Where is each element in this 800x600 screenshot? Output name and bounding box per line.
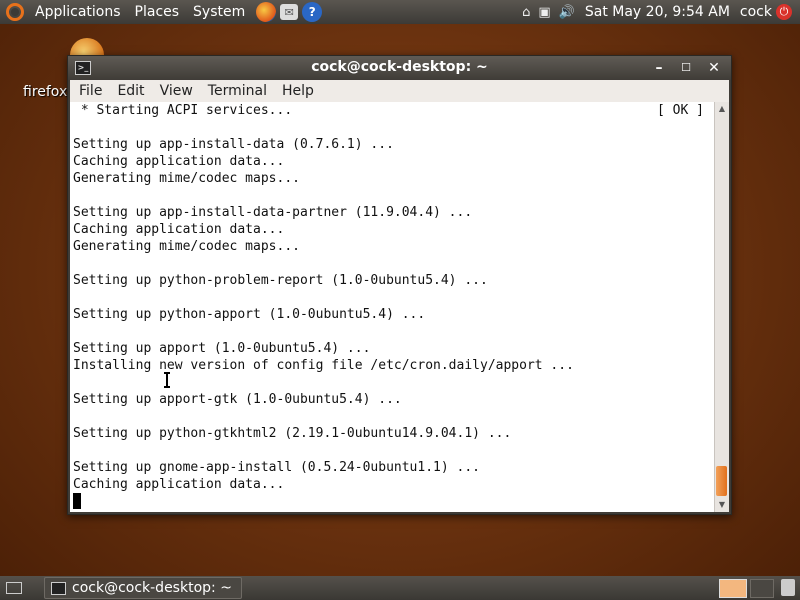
- menu-view[interactable]: View: [151, 83, 199, 99]
- system-tray: ⌂ ▣ 🔊 Sat May 20, 9:54 AM cock ⏻: [518, 4, 800, 20]
- volume-icon[interactable]: 🔊: [559, 5, 575, 20]
- mail-icon[interactable]: ✉: [280, 4, 299, 20]
- terminal-line: Caching application data...: [73, 477, 285, 492]
- help-icon[interactable]: ?: [302, 2, 323, 22]
- terminal-line: Installing new version of config file /e…: [73, 358, 574, 373]
- terminal-line: Setting up python-gtkhtml2 (2.19.1-0ubun…: [73, 426, 512, 441]
- terminal-line: Generating mime/codec maps...: [73, 171, 300, 186]
- menu-help[interactable]: Help: [273, 83, 320, 99]
- terminal-line: Caching application data...: [73, 154, 285, 169]
- scrollbar-thumb[interactable]: [716, 466, 727, 496]
- ibeam-cursor-icon: [164, 372, 170, 388]
- trash-icon[interactable]: [781, 579, 795, 596]
- scroll-down-icon[interactable]: ▼: [715, 498, 729, 512]
- user-menu[interactable]: cock: [740, 4, 772, 20]
- menu-file[interactable]: File: [70, 83, 108, 99]
- workspace-1[interactable]: [719, 579, 747, 598]
- taskbar-label: cock@cock-desktop: ~: [72, 580, 232, 596]
- menu-edit[interactable]: Edit: [108, 83, 150, 99]
- terminal-line: Setting up python-problem-report (1.0-0u…: [73, 273, 488, 288]
- scroll-up-icon[interactable]: ▲: [715, 102, 729, 116]
- terminal-icon: [51, 581, 66, 595]
- clock[interactable]: Sat May 20, 9:54 AM: [585, 4, 730, 20]
- scrollbar[interactable]: ▲ ▼: [714, 102, 729, 512]
- terminal-line: Generating mime/codec maps...: [73, 239, 300, 254]
- status-ok: [ OK ]: [657, 103, 704, 118]
- terminal-line: Setting up apport-gtk (1.0-0ubuntu5.4) .…: [73, 392, 402, 407]
- taskbar-terminal-button[interactable]: cock@cock-desktop: ~: [44, 577, 242, 599]
- window-title: cock@cock-desktop: ~: [311, 59, 488, 75]
- minimize-button[interactable]: –: [650, 59, 668, 77]
- terminal-text: * Starting ACPI services... Setting up a…: [73, 102, 574, 493]
- firefox-icon[interactable]: [256, 2, 277, 22]
- menu-places[interactable]: Places: [128, 0, 187, 24]
- menu-system[interactable]: System: [186, 0, 252, 24]
- terminal-line: Setting up gnome-app-install (0.5.24-0ub…: [73, 460, 480, 475]
- menu-applications[interactable]: Applications: [28, 0, 128, 24]
- terminal-output[interactable]: * Starting ACPI services... Setting up a…: [70, 102, 714, 512]
- bottom-panel: cock@cock-desktop: ~: [0, 576, 800, 600]
- desktop-icon-label[interactable]: firefox: [23, 84, 67, 100]
- power-icon[interactable]: ⏻: [776, 4, 792, 20]
- network-icon[interactable]: ⌂: [522, 5, 530, 20]
- show-desktop-icon[interactable]: [6, 582, 22, 594]
- ubuntu-logo-icon[interactable]: [6, 3, 24, 21]
- top-panel: Applications Places System ✉ ? ⌂ ▣ 🔊 Sat…: [0, 0, 800, 24]
- maximize-button[interactable]: ☐: [677, 59, 695, 77]
- terminal-line: * Starting ACPI services...: [73, 103, 293, 118]
- terminal-line: Setting up app-install-data (0.7.6.1) ..…: [73, 137, 394, 152]
- terminal-window: >_ cock@cock-desktop: ~ – ☐ ✕ File Edit …: [67, 55, 732, 515]
- terminal-line: Setting up app-install-data-partner (11.…: [73, 205, 473, 220]
- terminal-line: Setting up python-apport (1.0-0ubuntu5.4…: [73, 307, 426, 322]
- titlebar[interactable]: >_ cock@cock-desktop: ~ – ☐ ✕: [68, 56, 731, 80]
- menu-terminal[interactable]: Terminal: [199, 83, 273, 99]
- text-cursor: [73, 493, 81, 509]
- terminal-line: Setting up apport (1.0-0ubuntu5.4) ...: [73, 341, 371, 356]
- display-icon[interactable]: ▣: [538, 5, 550, 20]
- terminal-line: Caching application data...: [73, 222, 285, 237]
- workspace-2[interactable]: [750, 579, 774, 598]
- menubar: File Edit View Terminal Help: [70, 80, 729, 102]
- close-button[interactable]: ✕: [705, 59, 723, 77]
